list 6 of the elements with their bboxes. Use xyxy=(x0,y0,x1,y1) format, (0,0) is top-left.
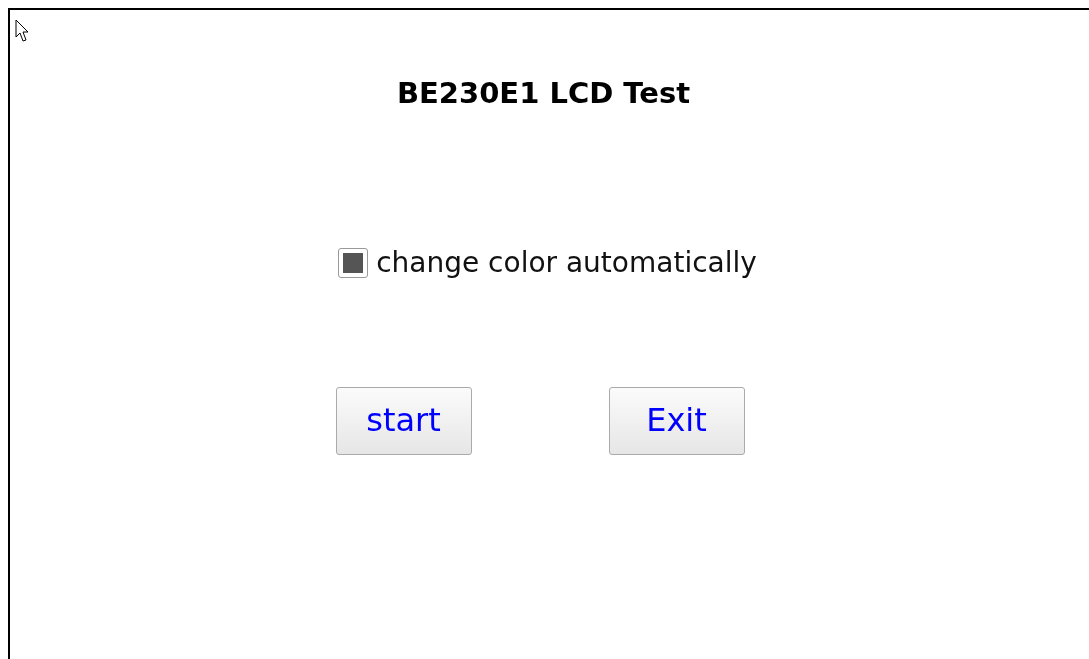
push-button[interactable]: Exit xyxy=(608,387,745,455)
cursor-icon xyxy=(15,19,29,43)
push-button[interactable]: start xyxy=(335,387,472,455)
window-title: BE230E1 LCD Test xyxy=(396,76,691,110)
checkbox[interactable] xyxy=(338,247,369,278)
checkbox-label: change color automatically xyxy=(376,246,757,279)
